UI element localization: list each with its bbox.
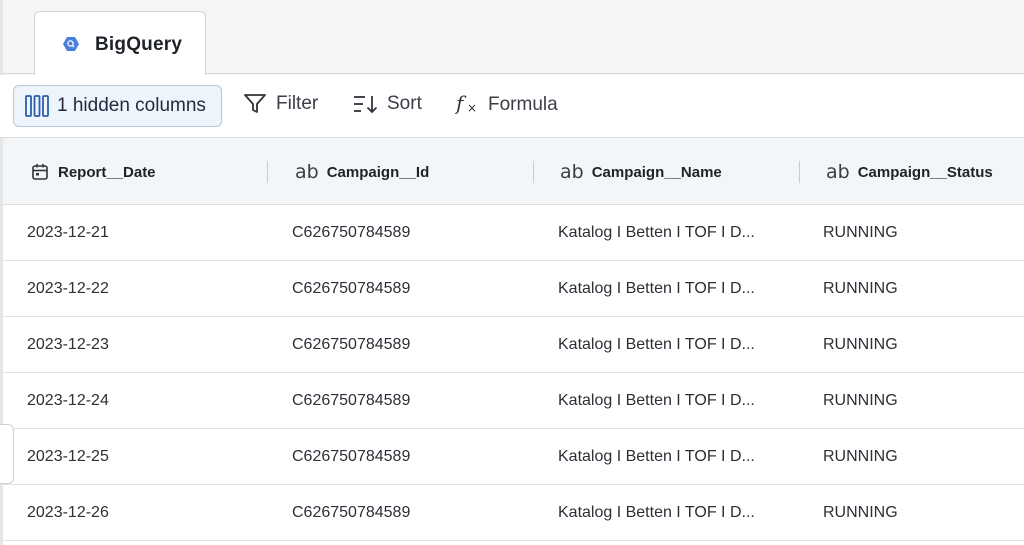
cell-report-date[interactable]: 2023-12-24 (27, 373, 109, 428)
filter-button[interactable]: Filter (243, 93, 318, 115)
column-label: Report__Date (58, 163, 156, 181)
calendar-icon (32, 164, 48, 180)
column-header-campaign-name[interactable]: ab Campaign__Name (560, 139, 722, 205)
hidden-columns-button[interactable]: 1 hidden columns (13, 85, 222, 127)
table-row[interactable]: 2023-12-26 C626750784589 Katalog I Bette… (3, 485, 1024, 541)
filter-icon (244, 94, 266, 113)
cell-campaign-id[interactable]: C626750784589 (292, 429, 410, 484)
cell-campaign-name[interactable]: Katalog I Betten I TOF I D... (558, 317, 755, 372)
cell-report-date[interactable]: 2023-12-22 (27, 261, 109, 316)
cell-campaign-name[interactable]: Katalog I Betten I TOF I D... (558, 205, 755, 260)
cell-campaign-status[interactable]: RUNNING (823, 429, 898, 484)
sort-icon (354, 96, 378, 114)
toolbar: 1 hidden columns Filter Sort f × Formula (0, 75, 1024, 138)
cell-campaign-id[interactable]: C626750784589 (292, 261, 410, 316)
cell-campaign-name[interactable]: Katalog I Betten I TOF I D... (558, 261, 755, 316)
formula-icon: f × (455, 93, 477, 115)
formula-label: Formula (488, 94, 558, 115)
table-row[interactable]: 2023-12-21 C626750784589 Katalog I Bette… (3, 205, 1024, 261)
cell-campaign-id[interactable]: C626750784589 (292, 317, 410, 372)
columns-icon (25, 95, 49, 117)
cell-campaign-status[interactable]: RUNNING (823, 373, 898, 428)
column-label: Campaign__Status (857, 163, 993, 181)
formula-button[interactable]: f × Formula (455, 93, 558, 117)
column-header-campaign-status[interactable]: ab Campaign__Status (826, 139, 993, 205)
text-type-icon: ab (295, 161, 319, 183)
hidden-columns-label: 1 hidden columns (57, 95, 206, 116)
cell-campaign-status[interactable]: RUNNING (823, 317, 898, 372)
column-resize-handle[interactable] (799, 161, 800, 183)
table-row[interactable]: 2023-12-24 C626750784589 Katalog I Bette… (3, 373, 1024, 429)
table-header: Report__Date ab Campaign__Id ab Campaign… (3, 139, 1024, 205)
tab-bigquery[interactable]: BigQuery (34, 11, 206, 75)
cell-campaign-name[interactable]: Katalog I Betten I TOF I D... (558, 485, 755, 540)
tab-label: BigQuery (95, 34, 183, 55)
text-type-icon: ab (826, 161, 850, 183)
tab-bar: BigQuery (0, 0, 1024, 75)
cell-campaign-id[interactable]: C626750784589 (292, 205, 410, 260)
data-grid: 2023-12-21 C626750784589 Katalog I Bette… (3, 205, 1024, 545)
table-row[interactable]: 2023-12-22 C626750784589 Katalog I Bette… (3, 261, 1024, 317)
svg-text:×: × (467, 101, 477, 115)
side-panel-handle[interactable] (0, 424, 14, 484)
column-resize-handle[interactable] (533, 161, 534, 183)
cell-report-date[interactable]: 2023-12-23 (27, 317, 109, 372)
column-header-campaign-id[interactable]: ab Campaign__Id (295, 139, 429, 205)
column-label: Campaign__Id (326, 163, 430, 181)
cell-report-date[interactable]: 2023-12-21 (27, 205, 109, 260)
sort-button[interactable]: Sort (352, 93, 422, 115)
column-label: Campaign__Name (591, 163, 722, 181)
column-header-report-date[interactable]: Report__Date (31, 139, 156, 205)
bigquery-icon (63, 37, 79, 51)
cell-report-date[interactable]: 2023-12-26 (27, 485, 109, 540)
cell-campaign-id[interactable]: C626750784589 (292, 485, 410, 540)
svg-text:f: f (455, 93, 467, 115)
table-row[interactable]: 2023-12-25 C626750784589 Katalog I Bette… (3, 429, 1024, 485)
cell-campaign-status[interactable]: RUNNING (823, 205, 898, 260)
text-type-icon: ab (560, 161, 584, 183)
cell-campaign-id[interactable]: C626750784589 (292, 373, 410, 428)
filter-label: Filter (276, 93, 319, 114)
cell-campaign-name[interactable]: Katalog I Betten I TOF I D... (558, 429, 755, 484)
cell-campaign-status[interactable]: RUNNING (823, 485, 898, 540)
cell-campaign-status[interactable]: RUNNING (823, 261, 898, 316)
column-resize-handle[interactable] (267, 161, 268, 183)
sort-label: Sort (387, 93, 422, 114)
cell-campaign-name[interactable]: Katalog I Betten I TOF I D... (558, 373, 755, 428)
table-row[interactable]: 2023-12-23 C626750784589 Katalog I Bette… (3, 317, 1024, 373)
cell-report-date[interactable]: 2023-12-25 (27, 429, 109, 484)
